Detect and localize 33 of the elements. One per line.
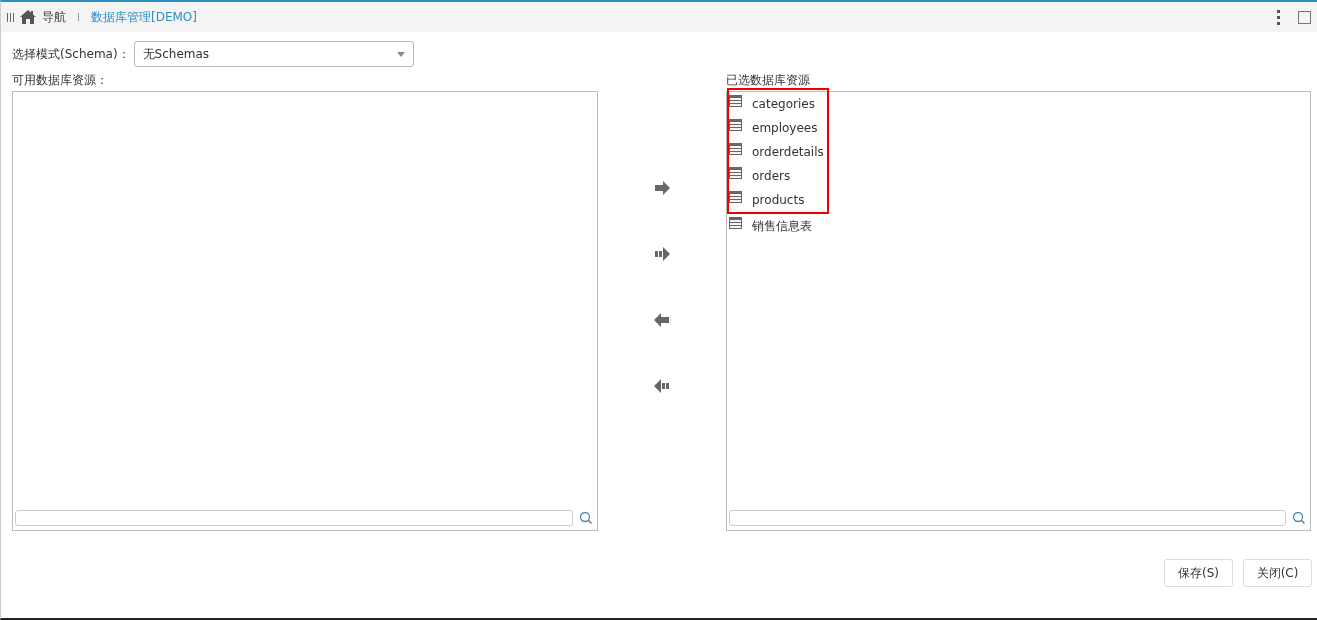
table-icon: [729, 143, 742, 155]
available-title: 可用数据库资源：: [12, 72, 109, 89]
table-icon: [729, 217, 742, 229]
search-field[interactable]: [729, 510, 1286, 526]
grip-icon[interactable]: [7, 12, 14, 22]
list-item[interactable]: products: [729, 188, 827, 212]
schema-dropdown[interactable]: 无Schemas: [133, 41, 414, 67]
arrow-right-icon[interactable]: [654, 181, 670, 195]
selected-title: 已选数据库资源: [726, 72, 811, 89]
double-arrow-right-icon[interactable]: [654, 247, 670, 261]
search-icon[interactable]: [1292, 511, 1306, 525]
list-item[interactable]: categories: [729, 92, 827, 116]
arrow-left-icon[interactable]: [654, 313, 670, 327]
page-title: 数据库管理[DEMO]: [91, 8, 197, 26]
nav-link[interactable]: 导航: [42, 8, 66, 26]
save-button[interactable]: 保存(S): [1164, 559, 1233, 587]
search-field[interactable]: [15, 510, 573, 526]
list-item[interactable]: 销售信息表: [727, 214, 1310, 238]
table-icon: [729, 167, 742, 179]
search-icon[interactable]: [579, 511, 593, 525]
schema-label: 选择模式(Schema)：: [12, 45, 130, 63]
double-arrow-left-icon[interactable]: [654, 379, 670, 393]
table-icon: [729, 95, 742, 107]
list-item[interactable]: orders: [729, 164, 827, 188]
table-icon: [729, 119, 742, 131]
home-icon[interactable]: [20, 10, 36, 24]
more-icon[interactable]: [1277, 9, 1280, 25]
close-button[interactable]: 关闭(C): [1243, 559, 1312, 587]
maximize-icon[interactable]: [1298, 10, 1311, 24]
table-icon: [729, 191, 742, 203]
list-item[interactable]: employees: [729, 116, 827, 140]
list-item[interactable]: orderdetails: [729, 140, 827, 164]
caret-icon: [396, 51, 405, 57]
